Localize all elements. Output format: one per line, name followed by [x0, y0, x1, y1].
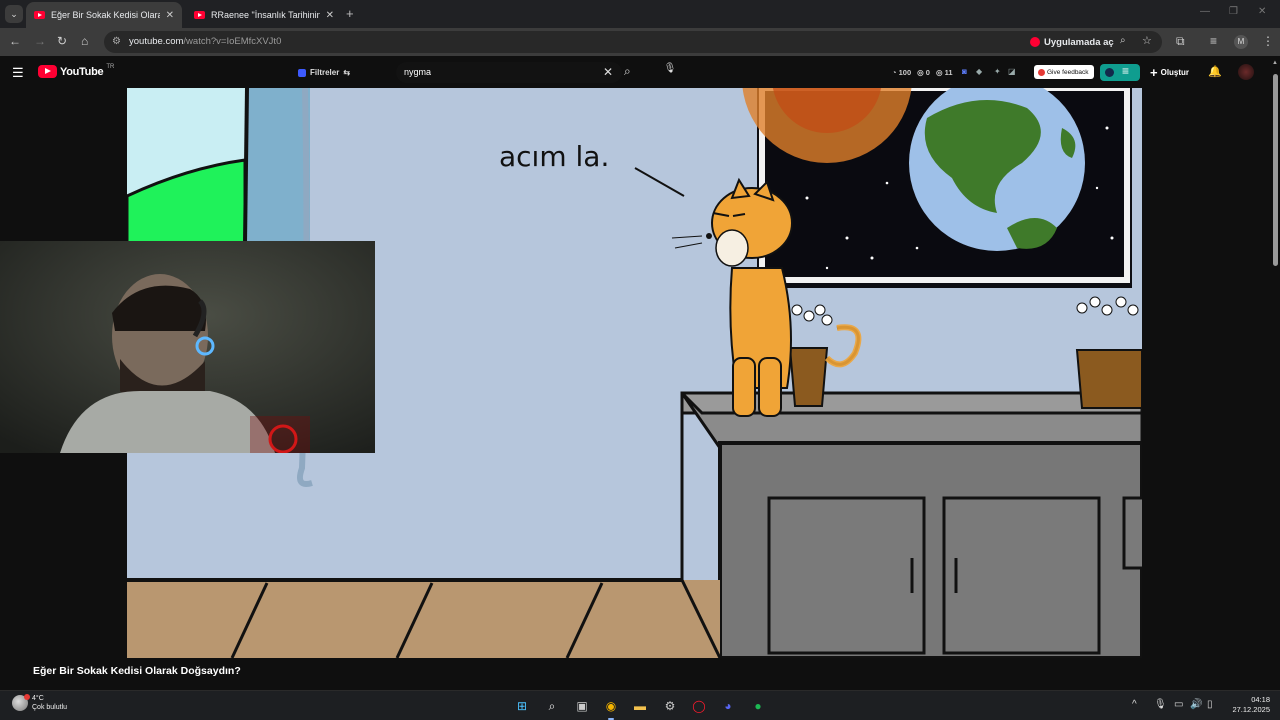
profile-avatar[interactable]: M [1234, 35, 1248, 49]
page-scrollbar[interactable]: ▲ [1270, 60, 1280, 660]
clock-date: 27.12.2025 [1232, 705, 1270, 714]
tray-chevron-icon[interactable]: ^ [1132, 699, 1137, 710]
notifications-bell-icon[interactable]: 🔔 [1208, 65, 1222, 78]
file-explorer-icon[interactable]: ▬ [630, 696, 650, 716]
task-view-icon[interactable]: ▣ [572, 696, 592, 716]
filters-button[interactable]: Filtreler ⇆ [298, 68, 350, 77]
tab-search-button[interactable]: ⌄ [5, 5, 23, 23]
clock-time: 04:18 [1251, 695, 1270, 704]
youtube-play-icon [38, 65, 57, 78]
plus-icon: + [1150, 65, 1158, 80]
url-text[interactable]: youtube.com/watch?v=IoEMfcXVJt0 [129, 36, 281, 47]
browser-toolbar: ← → ↻ ⌂ ⚙ youtube.com/watch?v=IoEMfcXVJt… [0, 28, 1280, 56]
home-icon[interactable]: ⌂ [81, 34, 88, 48]
account-avatar[interactable] [1238, 64, 1254, 80]
chrome-icon[interactable]: ◉ [601, 696, 621, 720]
speech-text: acım la. [499, 140, 609, 173]
forward-icon[interactable]: → [34, 34, 46, 48]
discord-icon[interactable]: ◕ [718, 696, 738, 716]
extension-icon[interactable]: ◆ [976, 67, 982, 76]
stat-value: ◎ 11 [935, 68, 953, 77]
tab-inactive[interactable]: RRaenee "İnsanlık Tarihinin En Büyük ✕ [186, 2, 342, 28]
youtube-favicon-icon [194, 11, 205, 19]
youtube-favicon-icon [34, 11, 45, 19]
clear-search-icon[interactable]: ✕ [603, 65, 613, 79]
webcam-picture [0, 241, 375, 453]
tab-title: RRaenee "İnsanlık Tarihinin En Büyük [211, 10, 320, 20]
extension-icon[interactable]: ✦ [994, 67, 1001, 76]
taskbar-search-icon[interactable]: ⌕ [542, 696, 562, 716]
feedback-icon [1038, 68, 1045, 76]
youtube-logo[interactable]: YouTube TR [38, 64, 114, 78]
extensions-icon[interactable]: ⧉ [1176, 34, 1185, 49]
close-icon[interactable]: ✕ [166, 10, 174, 21]
zoom-icon[interactable]: ⌕ [1120, 35, 1126, 46]
tab-title: Eğer Bir Sokak Kedisi Olarak Doğsaydın? [51, 10, 160, 20]
extension-stats: ◔ 100 ◎ 0 ◎ 11 [892, 68, 953, 77]
weather-widget[interactable]: 4°C Çok bulutlu [12, 694, 67, 712]
spotify-icon[interactable]: ● [748, 696, 768, 716]
opera-gx-icon[interactable]: ◯ [689, 696, 709, 716]
close-icon[interactable]: ✕ [326, 10, 334, 21]
screen: ⌄ Eğer Bir Sokak Kedisi Olarak Doğsaydın… [0, 0, 1280, 720]
menu-icon[interactable]: ☰ [12, 65, 24, 81]
volume-icon[interactable]: 🔊 [1190, 699, 1202, 710]
taskbar: 4°C Çok bulutlu ⊞ ⌕ ▣ ◉ ▬ ⚙ ◯ ◕ ● ^ 🎙 ▭ … [0, 690, 1280, 720]
extension-icon[interactable]: ◪ [1008, 67, 1016, 76]
search-input[interactable]: nygma [404, 67, 431, 77]
extension-toggle-button[interactable] [1100, 64, 1140, 81]
settings-gear-icon[interactable]: ⚙ [660, 696, 680, 716]
weather-desc: Çok bulutlu [32, 704, 68, 711]
bookmark-star-icon[interactable]: ☆ [1142, 34, 1152, 47]
battery-icon[interactable]: ▯ [1207, 699, 1213, 710]
webcam-overlay [0, 241, 375, 453]
stat-value: ◔ 100 [892, 68, 912, 77]
browser-menu-icon[interactable]: ⋮ [1262, 34, 1274, 48]
site-info-icon[interactable]: ⚙ [112, 36, 121, 47]
new-tab-button[interactable]: + [346, 6, 354, 21]
scrollbar-thumb[interactable] [1273, 74, 1278, 266]
create-button[interactable]: + Oluştur [1150, 64, 1189, 81]
microphone-icon[interactable]: 🎙 [1154, 699, 1167, 710]
microphone-icon[interactable]: 🎙 [662, 63, 678, 79]
video-title: Eğer Bir Sokak Kedisi Olarak Doğsaydın? [33, 665, 241, 677]
reload-icon[interactable]: ↻ [57, 34, 67, 48]
stat-value: ◎ 0 [917, 68, 930, 77]
scroll-up-icon[interactable]: ▲ [1272, 60, 1278, 66]
media-control-icon[interactable]: ≡ [1210, 34, 1217, 48]
start-icon[interactable]: ⊞ [512, 696, 532, 716]
youtube-icon [1030, 37, 1040, 47]
filter-extension-icon [298, 68, 306, 77]
address-bar[interactable]: ⚙ youtube.com/watch?v=IoEMfcXVJt0 Uygula… [104, 31, 1162, 53]
extension-icon[interactable]: ◙ [962, 67, 967, 76]
youtube-header: ☰ YouTube TR Filtreler ⇆ nygma ✕ ⌕ 🎙 ◔ 1… [0, 56, 1280, 88]
open-in-app-button[interactable]: Uygulamada aç [1030, 35, 1114, 49]
back-icon[interactable]: ← [9, 34, 21, 48]
minimize-icon[interactable]: — [1200, 6, 1210, 17]
below-video-strip [0, 680, 1270, 690]
network-icon[interactable]: ▭ [1174, 699, 1183, 710]
tab-active[interactable]: Eğer Bir Sokak Kedisi Olarak Doğsaydın? … [26, 2, 182, 28]
system-clock[interactable]: 04:18 27.12.2025 [1226, 695, 1270, 715]
give-feedback-button[interactable]: Give feedback [1034, 65, 1094, 79]
tab-strip: ⌄ Eğer Bir Sokak Kedisi Olarak Doğsaydın… [0, 0, 1280, 28]
close-window-icon[interactable]: ✕ [1258, 6, 1266, 17]
search-box[interactable]: nygma ✕ [396, 62, 622, 83]
weather-cloud-icon [12, 694, 30, 711]
restore-icon[interactable]: ❐ [1229, 6, 1238, 17]
search-icon[interactable]: ⌕ [624, 64, 631, 79]
sliders-icon: ⇆ [343, 68, 351, 77]
weather-temp: 4°C [32, 695, 44, 702]
